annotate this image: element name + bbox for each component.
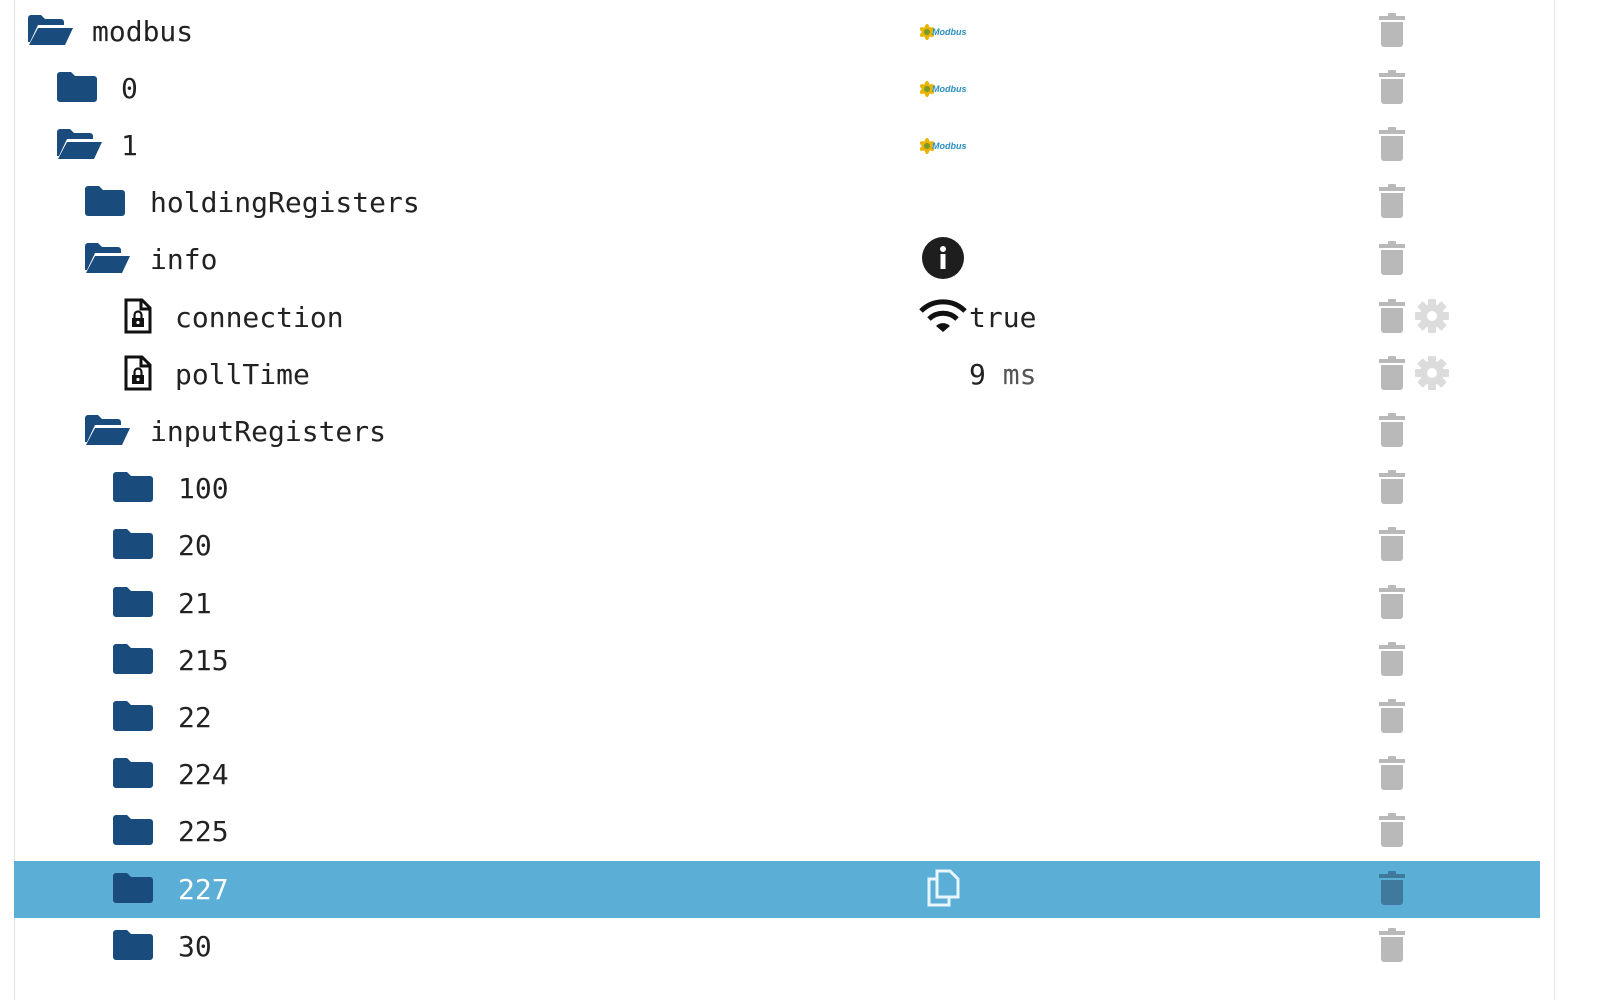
folder-icon[interactable] [113,528,153,564]
tree-item-label: 21 [178,586,212,620]
tree-item-label: holdingRegisters [150,185,420,219]
folder-icon[interactable] [113,643,153,679]
info-icon [922,237,964,283]
folder-open-icon[interactable] [57,128,103,164]
delete-icon[interactable] [1379,412,1405,451]
folder-open-icon[interactable] [85,242,131,278]
modbus-logo: Modbus [918,23,967,41]
folder-icon[interactable] [85,185,125,221]
delete-icon[interactable] [1379,184,1405,222]
folder-icon[interactable] [113,471,153,507]
delete-icon[interactable] [1379,698,1405,737]
delete-icon[interactable] [1379,870,1405,909]
wifi-icon [919,298,967,337]
folder-icon[interactable] [113,814,153,850]
tree-item-label: 1 [121,128,138,162]
gear-icon[interactable] [1414,298,1450,338]
delete-icon[interactable] [1379,69,1405,108]
delete-icon[interactable] [1379,470,1405,508]
delete-icon[interactable] [1379,813,1405,851]
tree-item-label: pollTime [175,357,310,391]
tree-row-22[interactable]: 22 [14,689,1540,746]
tree-item-label: 227 [178,872,229,906]
tree-row-225[interactable]: 225 [14,804,1540,861]
tree-item-label: 0 [121,71,138,105]
folder-icon[interactable] [57,71,97,107]
folder-icon[interactable] [113,586,153,622]
tree-row-21[interactable]: 21 [14,575,1540,632]
modbus-logo: Modbus [918,137,967,155]
modbus-logo: Modbus [918,80,967,98]
tree-row-224[interactable]: 224 [14,747,1540,804]
folder-icon[interactable] [113,700,153,736]
delete-icon[interactable] [1379,241,1405,279]
folder-icon[interactable] [113,757,153,793]
tree-row-227[interactable]: 227 [14,861,1540,918]
delete-icon[interactable] [1379,927,1405,966]
tree-row-pollTime[interactable]: pollTime 9 ms [14,346,1540,403]
folder-open-icon[interactable] [28,14,74,50]
delete-icon[interactable] [1379,527,1405,565]
delete-icon[interactable] [1379,584,1405,623]
locked-file-icon [123,298,153,338]
delete-icon[interactable] [1379,126,1405,165]
tree-item-label: inputRegisters [150,414,387,448]
copy-icon[interactable] [926,869,960,911]
tree-row-215[interactable]: 215 [14,632,1540,689]
tree-item-label: 22 [178,700,212,734]
tree-item-label: 20 [178,529,212,563]
tree-item-label: 30 [178,929,212,963]
tree-item-label: 100 [178,471,229,505]
state-unit: ms [985,357,1037,391]
gear-icon[interactable] [1414,355,1450,395]
state-value: 9 ms [969,357,1037,391]
tree-item-label: info [150,243,218,277]
delete-icon[interactable] [1379,355,1405,394]
tree-row-20[interactable]: 20 [14,518,1540,575]
tree-item-label: 224 [178,757,229,791]
tree-item-label: 225 [178,815,229,849]
folder-icon[interactable] [113,872,153,908]
delete-icon[interactable] [1379,12,1405,51]
tree-row-0[interactable]: 0 Modbus [14,60,1540,117]
delete-icon[interactable] [1379,641,1405,680]
state-value: true [969,300,1037,334]
tree-item-label: 215 [178,643,229,677]
tree-row-100[interactable]: 100 [14,461,1540,518]
tree-item-label: connection [175,300,344,334]
folder-icon[interactable] [113,929,153,965]
tree-row-holdingRegisters[interactable]: holdingRegisters [14,175,1540,232]
folder-open-icon[interactable] [85,414,131,450]
tree-row-1[interactable]: 1 Modbus [14,117,1540,174]
delete-icon[interactable] [1379,756,1405,794]
tree-item-label: modbus [92,14,194,48]
tree-row-connection[interactable]: connection true [14,289,1540,346]
locked-file-icon [123,355,153,395]
tree-row-30[interactable]: 30 [14,918,1540,975]
delete-icon[interactable] [1379,298,1405,337]
tree-row-inputRegisters[interactable]: inputRegisters [14,403,1540,460]
tree-row-modbus[interactable]: modbus Modbus [14,3,1540,60]
tree-row-info[interactable]: info [14,232,1540,289]
